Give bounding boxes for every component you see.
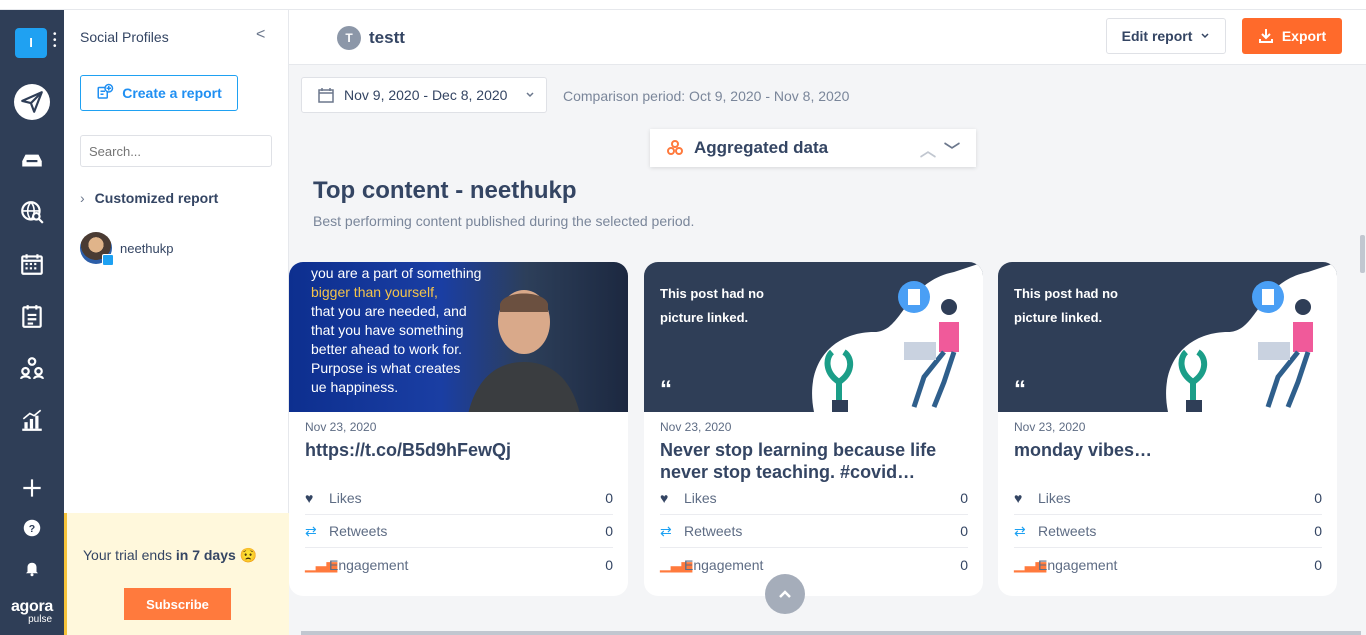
profile-name: neethukp xyxy=(120,240,174,256)
aggregated-data-toggle[interactable]: Aggregated data ︿ ﹀ xyxy=(650,129,976,167)
svg-text:?: ? xyxy=(29,523,35,535)
retweets-row: ⇄ Retweets 0 xyxy=(660,515,968,548)
workspace-avatar[interactable]: I xyxy=(15,28,47,58)
agorapulse-logo: agora pulse xyxy=(10,598,54,625)
bar-chart-icon: ▁▃▅ xyxy=(1014,556,1047,572)
content-card[interactable]: you are a part of something bigger than … xyxy=(289,262,628,596)
post-title[interactable]: https://t.co/B5d9hFewQj xyxy=(305,439,605,461)
collapse-panel-icon[interactable]: < xyxy=(256,26,265,44)
bar-chart-icon: ▁▃▅ xyxy=(660,556,693,572)
woman-laptop-illustration xyxy=(812,262,983,412)
report-avatar: T xyxy=(337,26,361,50)
vertical-scrollbar[interactable] xyxy=(1360,235,1365,273)
avatar xyxy=(80,232,114,266)
retweet-icon: ⇄ xyxy=(660,522,672,539)
post-date: Nov 23, 2020 xyxy=(1014,420,1086,434)
retweet-icon: ⇄ xyxy=(1014,522,1026,539)
quote-mark-icon: “ xyxy=(1014,376,1026,403)
comparison-period: Comparison period: Oct 9, 2020 - Nov 8, … xyxy=(563,88,850,104)
image-quote: you are a part of something bigger than … xyxy=(311,265,482,395)
report-header: T testt Edit report Export xyxy=(289,10,1366,65)
heart-icon: ♥ xyxy=(660,490,669,506)
engagement-row: ▁▃▅ Engagement 0 xyxy=(1014,556,1322,573)
chevron-up-icon xyxy=(779,590,791,598)
analytics-icon[interactable] xyxy=(14,402,50,438)
chevron-down-icon xyxy=(526,92,534,98)
download-icon xyxy=(1258,29,1273,43)
section-title: Top content - neethukp xyxy=(313,177,577,204)
report-content: Nov 9, 2020 - Dec 8, 2020 Comparison per… xyxy=(289,65,1366,635)
woman-laptop-illustration xyxy=(1166,262,1337,412)
heart-icon: ♥ xyxy=(1014,490,1023,506)
post-image: you are a part of something bigger than … xyxy=(289,262,628,412)
chevron-right-icon: › xyxy=(80,190,85,206)
post-date: Nov 23, 2020 xyxy=(660,420,732,434)
chevron-down-icon xyxy=(1201,33,1209,39)
profiles-panel: Social Profiles < Create a report › Custo… xyxy=(64,10,289,635)
help-icon[interactable]: ? xyxy=(14,510,50,546)
customized-report-label: Customized report xyxy=(94,190,219,206)
panel-title: Social Profiles xyxy=(80,29,169,45)
heart-icon: ♥ xyxy=(305,490,314,506)
no-picture-placeholder: This post had no picture linked. “ xyxy=(998,262,1337,412)
top-border xyxy=(0,0,1366,10)
twitter-icon xyxy=(102,254,114,266)
subscribe-button[interactable]: Subscribe xyxy=(124,588,231,620)
post-title[interactable]: Never stop learning because life never s… xyxy=(660,439,960,483)
edit-report-button[interactable]: Edit report xyxy=(1106,18,1226,54)
no-picture-text: This post had no picture linked. xyxy=(1014,286,1118,325)
reports-icon[interactable] xyxy=(14,298,50,334)
report-add-icon xyxy=(96,83,114,104)
content-card[interactable]: This post had no picture linked. “ Nov 2… xyxy=(644,262,983,596)
retweets-row: ⇄ Retweets 0 xyxy=(1014,515,1322,548)
likes-row: ♥ Likes 0 xyxy=(1014,482,1322,515)
engagement-row: ▁▃▅ Engagement 0 xyxy=(660,556,968,573)
chevron-up-icon[interactable]: ︿ xyxy=(920,143,936,160)
retweet-icon: ⇄ xyxy=(305,522,317,539)
engagement-row: ▁▃▅ Engagement 0 xyxy=(305,556,613,573)
horizontal-scrollbar[interactable] xyxy=(301,631,1361,635)
date-range-picker[interactable]: Nov 9, 2020 - Dec 8, 2020 xyxy=(301,77,547,113)
publish-icon[interactable] xyxy=(14,84,50,120)
listening-icon[interactable] xyxy=(14,194,50,230)
section-subtitle: Best performing content published during… xyxy=(313,213,695,229)
likes-row: ♥ Likes 0 xyxy=(305,482,613,515)
bell-icon[interactable] xyxy=(14,550,50,586)
profile-item[interactable]: neethukp xyxy=(80,232,174,266)
report-name: testt xyxy=(369,28,405,47)
customized-report-group[interactable]: › Customized report xyxy=(80,190,218,206)
bar-chart-icon: ▁▃▅ xyxy=(305,556,338,572)
team-icon[interactable] xyxy=(14,350,50,386)
export-button[interactable]: Export xyxy=(1242,18,1342,54)
create-report-button[interactable]: Create a report xyxy=(80,75,238,111)
inbox-icon[interactable] xyxy=(14,142,50,178)
post-title[interactable]: monday vibes… xyxy=(1014,439,1314,461)
workspace-menu-icon[interactable]: • • • xyxy=(53,30,57,52)
likes-row: ♥ Likes 0 xyxy=(660,482,968,515)
sad-face-icon: 😟 xyxy=(239,547,258,563)
scroll-to-top-button[interactable] xyxy=(765,574,805,614)
create-report-label: Create a report xyxy=(122,85,222,101)
report-title: T testt xyxy=(337,26,405,50)
calendar-icon[interactable] xyxy=(14,246,50,282)
post-date: Nov 23, 2020 xyxy=(305,420,377,434)
main-nav: I • • • ? agora pulse xyxy=(0,10,64,635)
trial-banner: Your trial ends in 7 days 😟 Subscribe xyxy=(64,513,289,635)
quote-mark-icon: “ xyxy=(660,376,672,403)
content-card[interactable]: This post had no picture linked. “ Nov 2… xyxy=(998,262,1337,596)
retweets-row: ⇄ Retweets 0 xyxy=(305,515,613,548)
add-icon[interactable] xyxy=(14,470,50,506)
no-picture-placeholder: This post had no picture linked. “ xyxy=(644,262,983,412)
chevron-down-icon[interactable]: ﹀ xyxy=(944,143,960,160)
stack-icon xyxy=(667,140,683,155)
trial-text: Your trial ends in 7 days 😟 xyxy=(83,547,258,563)
no-picture-text: This post had no picture linked. xyxy=(660,286,764,325)
calendar-icon xyxy=(318,88,334,103)
search-input[interactable] xyxy=(80,135,272,167)
